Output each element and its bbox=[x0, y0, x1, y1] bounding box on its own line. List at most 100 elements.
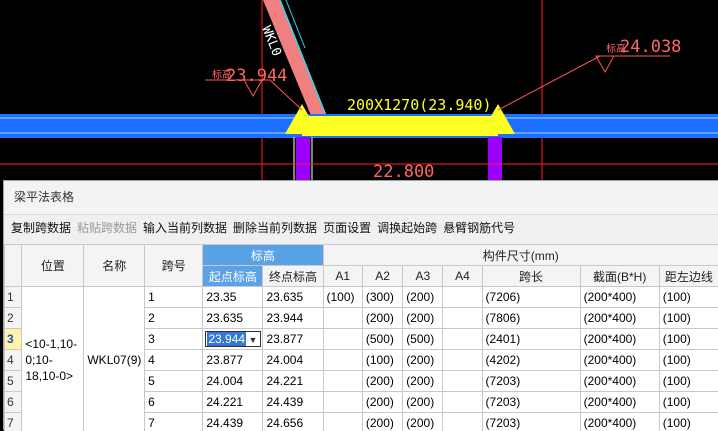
header-start-elev[interactable]: 起点标高 bbox=[203, 266, 263, 287]
cell-a3[interactable]: (200) bbox=[403, 287, 443, 308]
cell-span[interactable]: 4 bbox=[145, 350, 203, 371]
cell-a1[interactable] bbox=[323, 371, 362, 392]
cell-end-elev[interactable]: 23.635 bbox=[263, 287, 323, 308]
row-number[interactable]: 5 bbox=[5, 371, 22, 392]
header-span-len[interactable]: 跨长 bbox=[482, 266, 580, 287]
cell-span-len[interactable]: (7203) bbox=[482, 392, 580, 413]
cell-dist-left[interactable]: (100) bbox=[659, 308, 718, 329]
cell-end-elev[interactable]: 24.004 bbox=[263, 350, 323, 371]
cell-section[interactable]: (200*400) bbox=[580, 287, 659, 308]
cell-start-elev[interactable]: 24.221 bbox=[203, 392, 263, 413]
row-number[interactable]: 2 bbox=[5, 308, 22, 329]
swap-start-button[interactable]: 调换起始跨 bbox=[377, 219, 437, 236]
cell-a2[interactable]: (500) bbox=[362, 329, 402, 350]
start-elev-combo[interactable]: 23.944 ▼ bbox=[205, 331, 261, 347]
cell-start-elev[interactable]: 23.35 bbox=[203, 287, 263, 308]
cell-section[interactable]: (200*400) bbox=[580, 392, 659, 413]
cell-span-len[interactable]: (7203) bbox=[482, 371, 580, 392]
cell-a2[interactable]: (200) bbox=[362, 392, 402, 413]
cell-a1[interactable] bbox=[323, 329, 362, 350]
cell-section[interactable]: (200*400) bbox=[580, 413, 659, 431]
cell-a4[interactable] bbox=[443, 371, 482, 392]
cell-a3[interactable]: (200) bbox=[403, 371, 443, 392]
cell-a3[interactable]: (200) bbox=[403, 413, 443, 431]
cad-drawing-canvas[interactable]: 标高 23.944 标高 24.038 200X1270(23.940) 22.… bbox=[0, 0, 718, 180]
cell-a3[interactable]: (200) bbox=[403, 350, 443, 371]
row-number-current[interactable]: 3 bbox=[5, 329, 22, 350]
cell-start-elev[interactable]: 23.635 bbox=[203, 308, 263, 329]
row-number[interactable]: 4 bbox=[5, 350, 22, 371]
cell-start-elev-editing[interactable]: 23.944 ▼ bbox=[203, 329, 263, 350]
cell-section[interactable]: (200*400) bbox=[580, 329, 659, 350]
cell-dist-left[interactable]: (100) bbox=[659, 329, 718, 350]
row-number[interactable]: 1 bbox=[5, 287, 22, 308]
header-a4[interactable]: A4 bbox=[443, 266, 482, 287]
cell-span-len[interactable]: (4202) bbox=[482, 350, 580, 371]
cell-a2[interactable]: (200) bbox=[362, 371, 402, 392]
cell-a4[interactable] bbox=[443, 392, 482, 413]
copy-span-button[interactable]: 复制跨数据 bbox=[11, 219, 71, 236]
cell-span[interactable]: 3 bbox=[145, 329, 203, 350]
cell-end-elev[interactable]: 24.221 bbox=[263, 371, 323, 392]
start-elev-input[interactable]: 23.944 bbox=[207, 332, 246, 346]
cell-position[interactable]: <10-1,10-0;10-18,10-0> bbox=[22, 287, 84, 431]
cell-dist-left[interactable]: (100) bbox=[659, 287, 718, 308]
delete-column-button[interactable]: 删除当前列数据 bbox=[233, 219, 317, 236]
cell-a1[interactable] bbox=[323, 392, 362, 413]
dropdown-arrow-icon[interactable]: ▼ bbox=[249, 332, 258, 348]
cell-end-elev[interactable]: 23.944 bbox=[263, 308, 323, 329]
cantilever-code-button[interactable]: 悬臂钢筋代号 bbox=[443, 219, 515, 236]
cell-a2[interactable]: (300) bbox=[362, 287, 402, 308]
cell-span[interactable]: 2 bbox=[145, 308, 203, 329]
cell-a3[interactable]: (200) bbox=[403, 308, 443, 329]
header-section[interactable]: 截面(B*H) bbox=[580, 266, 659, 287]
cell-dist-left[interactable]: (100) bbox=[659, 350, 718, 371]
cell-end-elev[interactable]: 23.877 bbox=[263, 329, 323, 350]
cell-section[interactable]: (200*400) bbox=[580, 371, 659, 392]
cell-span[interactable]: 1 bbox=[145, 287, 203, 308]
cell-a1[interactable] bbox=[323, 308, 362, 329]
cell-a2[interactable]: (200) bbox=[362, 413, 402, 431]
cell-section[interactable]: (200*400) bbox=[580, 350, 659, 371]
input-column-button[interactable]: 输入当前列数据 bbox=[143, 219, 227, 236]
cell-section[interactable]: (200*400) bbox=[580, 308, 659, 329]
cell-span-len[interactable]: (7203) bbox=[482, 413, 580, 431]
cell-a1[interactable]: (100) bbox=[323, 287, 362, 308]
cell-start-elev[interactable]: 23.877 bbox=[203, 350, 263, 371]
cell-a1[interactable] bbox=[323, 350, 362, 371]
header-dist-left[interactable]: 距左边线 bbox=[659, 266, 718, 287]
cell-a4[interactable] bbox=[443, 350, 482, 371]
cell-span-len[interactable]: (7206) bbox=[482, 287, 580, 308]
cell-span-len[interactable]: (7806) bbox=[482, 308, 580, 329]
cell-a3[interactable]: (200) bbox=[403, 392, 443, 413]
cell-dist-left[interactable]: (100) bbox=[659, 413, 718, 431]
table-row[interactable]: 1 <10-1,10-0;10-18,10-0> WKL07(9) 1 23.3… bbox=[5, 287, 718, 308]
cell-name[interactable]: WKL07(9) bbox=[84, 287, 145, 431]
cell-end-elev[interactable]: 24.439 bbox=[263, 392, 323, 413]
row-number[interactable]: 6 bbox=[5, 392, 22, 413]
header-end-elev[interactable]: 终点标高 bbox=[263, 266, 323, 287]
page-setup-button[interactable]: 页面设置 bbox=[323, 219, 371, 236]
cell-a4[interactable] bbox=[443, 329, 482, 350]
cell-dist-left[interactable]: (100) bbox=[659, 392, 718, 413]
paste-span-button[interactable]: 粘贴跨数据 bbox=[77, 219, 137, 236]
cell-a3[interactable]: (500) bbox=[403, 329, 443, 350]
cell-a2[interactable]: (200) bbox=[362, 308, 402, 329]
header-a2[interactable]: A2 bbox=[362, 266, 402, 287]
cell-dist-left[interactable]: (100) bbox=[659, 371, 718, 392]
cell-span-len[interactable]: (2401) bbox=[482, 329, 580, 350]
cell-a1[interactable] bbox=[323, 413, 362, 431]
row-number[interactable]: 7 bbox=[5, 413, 22, 431]
cell-a2[interactable]: (100) bbox=[362, 350, 402, 371]
cell-span[interactable]: 7 bbox=[145, 413, 203, 431]
cell-span[interactable]: 6 bbox=[145, 392, 203, 413]
cell-a4[interactable] bbox=[443, 413, 482, 431]
cell-a4[interactable] bbox=[443, 308, 482, 329]
cell-start-elev[interactable]: 24.439 bbox=[203, 413, 263, 431]
cell-a4[interactable] bbox=[443, 287, 482, 308]
cell-end-elev[interactable]: 24.656 bbox=[263, 413, 323, 431]
header-a3[interactable]: A3 bbox=[403, 266, 443, 287]
header-a1[interactable]: A1 bbox=[323, 266, 362, 287]
cell-start-elev[interactable]: 24.004 bbox=[203, 371, 263, 392]
cell-span[interactable]: 5 bbox=[145, 371, 203, 392]
